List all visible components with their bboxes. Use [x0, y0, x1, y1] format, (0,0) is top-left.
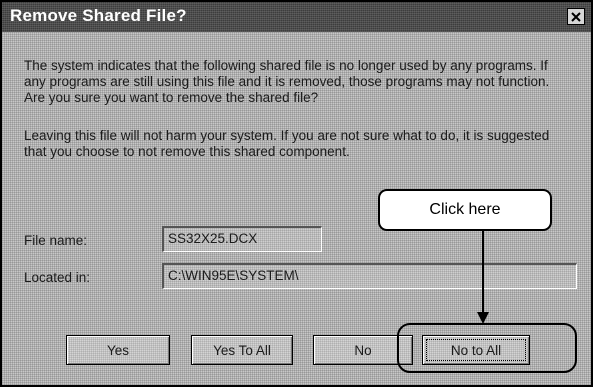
callout-text: Click here [429, 201, 501, 218]
callout-box: Click here [378, 189, 552, 231]
